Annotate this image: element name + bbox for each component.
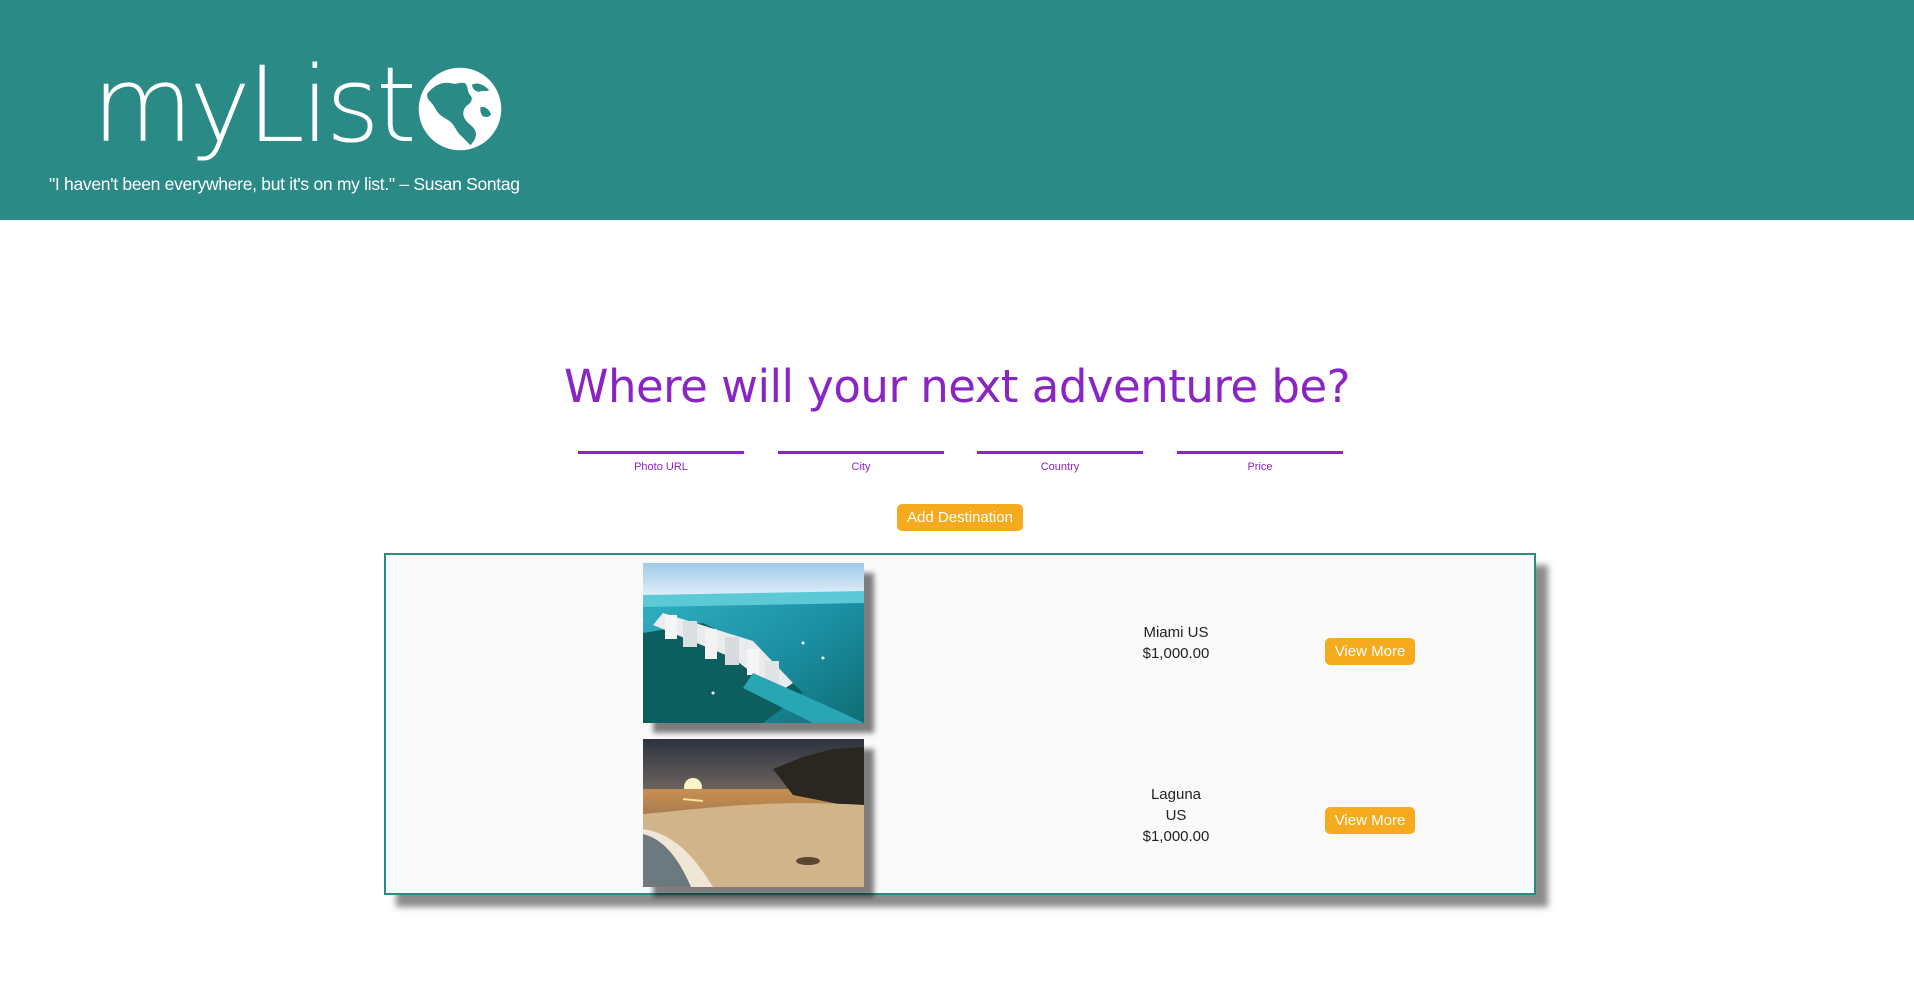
city-field-group: City <box>778 430 944 473</box>
photo-url-label: Photo URL <box>634 461 688 473</box>
laguna-info: Laguna US $1,000.00 <box>1086 784 1266 847</box>
laguna-photo[interactable] <box>643 739 864 887</box>
price-input[interactable] <box>1177 430 1343 454</box>
destination-city-country: Miami US <box>1143 624 1209 641</box>
logo-text: myList <box>92 44 417 166</box>
app-logo[interactable]: myList <box>92 40 503 170</box>
destination-price: $1,000.00 <box>1142 828 1210 845</box>
country-field-group: Country <box>977 430 1143 473</box>
country-input[interactable] <box>977 430 1143 454</box>
miami-photo[interactable] <box>643 563 864 723</box>
view-more-button-laguna[interactable]: View More <box>1325 807 1415 834</box>
add-destination-button[interactable]: Add Destination <box>897 504 1023 531</box>
view-more-button-miami[interactable]: View More <box>1325 638 1415 665</box>
price-field-group: Price <box>1177 430 1343 473</box>
destination-country: US <box>1165 807 1187 824</box>
page-headline: Where will your next adventure be? <box>563 360 1351 414</box>
miami-info: Miami US $1,000.00 <box>1086 622 1266 664</box>
photo-url-field-group: Photo URL <box>578 430 744 473</box>
destination-city: Laguna <box>1150 786 1202 803</box>
destination-price: $1,000.00 <box>1142 645 1210 662</box>
price-label: Price <box>1247 461 1273 473</box>
city-input[interactable] <box>778 430 944 454</box>
app-header: myList "I haven't been everywhere, but i… <box>0 0 1914 220</box>
globe-icon <box>418 67 501 151</box>
photo-url-input[interactable] <box>578 430 744 454</box>
destination-list: Miami US $1,000.00 View More Laguna US $… <box>384 553 1536 895</box>
country-label: Country <box>1040 461 1080 473</box>
city-label: City <box>851 461 871 473</box>
header-quote: "I haven't been everywhere, but it's on … <box>49 174 520 194</box>
